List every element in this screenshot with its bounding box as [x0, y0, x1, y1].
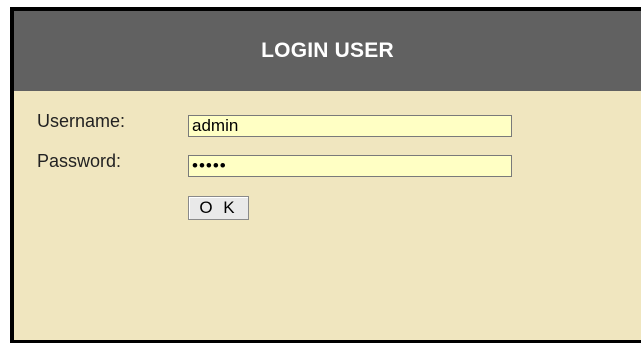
- login-frame: LOGIN USER Username: Password: O K: [10, 7, 641, 343]
- username-field[interactable]: [188, 115, 512, 137]
- login-header: LOGIN USER: [14, 11, 641, 91]
- username-label: Username:: [37, 111, 126, 131]
- password-label: Password:: [37, 151, 122, 171]
- login-panel: LOGIN USER Username: Password: O K: [14, 11, 641, 340]
- ok-button[interactable]: O K: [188, 196, 249, 220]
- password-field[interactable]: [188, 155, 512, 177]
- login-title: LOGIN USER: [261, 39, 394, 62]
